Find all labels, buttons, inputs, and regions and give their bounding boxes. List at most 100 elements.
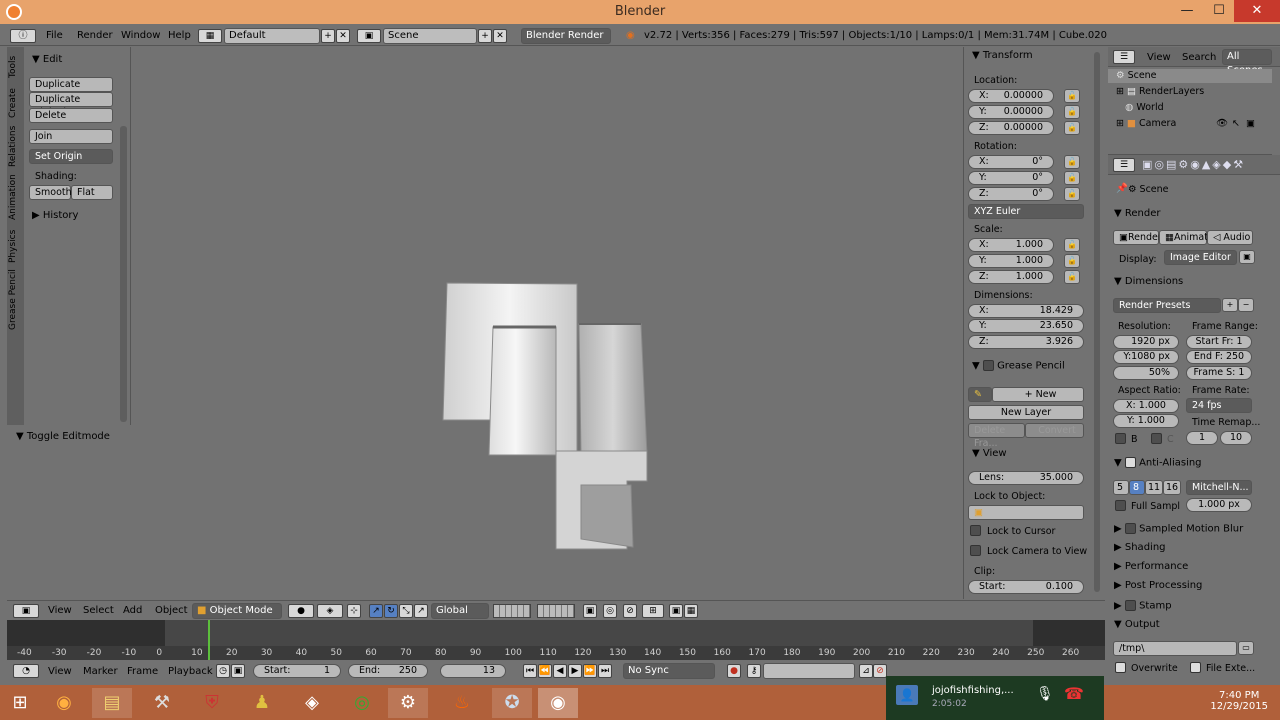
- location-x-field[interactable]: X: 0.00000: [968, 89, 1054, 103]
- performance-section-header[interactable]: ▶ Performance: [1114, 561, 1188, 572]
- output-section-header[interactable]: ▼ Output: [1114, 619, 1160, 630]
- add-preset-icon[interactable]: +: [1222, 298, 1238, 312]
- border-checkbox[interactable]: [1115, 433, 1126, 444]
- dimensions-section-header[interactable]: ▼ Dimensions: [1114, 276, 1183, 287]
- filter-select[interactable]: Mitchell-N...: [1186, 480, 1252, 495]
- crop-checkbox[interactable]: [1151, 433, 1162, 444]
- tab-physics[interactable]: Physics: [8, 227, 23, 265]
- file-explorer-icon[interactable]: ▤: [92, 688, 132, 718]
- rotation-mode-select[interactable]: XYZ Euler: [968, 204, 1084, 219]
- location-y-field[interactable]: Y: 0.00000: [968, 105, 1054, 119]
- timeline-marker-menu[interactable]: Marker: [83, 666, 118, 677]
- duplicate-linked-button[interactable]: Duplicate Linked: [29, 92, 113, 118]
- prev-keyframe-icon[interactable]: ⏪: [538, 664, 552, 678]
- folder-icon[interactable]: ▭: [1238, 641, 1254, 655]
- location-z-field[interactable]: Z: 0.00000: [968, 121, 1054, 135]
- pencil-icon[interactable]: ✎: [968, 387, 992, 402]
- filter-size-field[interactable]: 1.000 px: [1186, 498, 1252, 512]
- scale-icon[interactable]: ⤡: [399, 604, 413, 618]
- scale-y-field[interactable]: Y: 1.000: [968, 254, 1054, 268]
- remap-new-field[interactable]: 10: [1220, 431, 1252, 445]
- scene-field[interactable]: Scene: [383, 28, 477, 44]
- snap-icon[interactable]: ⊘: [623, 604, 637, 618]
- remove-layout-icon[interactable]: ✕: [336, 29, 350, 43]
- file-extension-checkbox[interactable]: [1190, 662, 1201, 673]
- clip-start-field[interactable]: Start: 0.100: [968, 580, 1084, 594]
- flame-app-icon[interactable]: ♨: [442, 688, 482, 718]
- remap-old-field[interactable]: 1: [1186, 431, 1218, 445]
- manipulator-extra-icon[interactable]: ↗: [414, 604, 428, 618]
- edit-panel-header[interactable]: ▼ Edit: [32, 54, 62, 65]
- aa-level-11[interactable]: 11: [1145, 480, 1163, 495]
- layer-buttons-group-1[interactable]: [493, 604, 531, 618]
- lock-icon[interactable]: 🔓: [1064, 187, 1080, 201]
- menu-help[interactable]: Help: [168, 30, 191, 41]
- resolution-x-field[interactable]: 1920 px: [1113, 335, 1179, 349]
- translate-icon[interactable]: ↗: [369, 604, 383, 618]
- resolution-percent-field[interactable]: 50%: [1113, 366, 1179, 380]
- render-button[interactable]: ▣Render: [1113, 230, 1162, 245]
- minimize-button[interactable]: —: [1172, 0, 1202, 22]
- camera-row[interactable]: ⊞ ■ Camera: [1116, 118, 1176, 129]
- n-panel-scrollbar[interactable]: [1094, 52, 1100, 592]
- post-processing-section-header[interactable]: ▶ Post Processing: [1114, 580, 1202, 591]
- duplicate-button[interactable]: Duplicate: [29, 77, 113, 92]
- stamp-section-header[interactable]: ▶ Stamp: [1114, 600, 1172, 612]
- layer-buttons-group-2[interactable]: [537, 604, 575, 618]
- menu-window[interactable]: Window: [121, 30, 160, 41]
- keying-set-field[interactable]: [763, 663, 855, 679]
- new-layer-button[interactable]: New Layer: [968, 405, 1084, 420]
- hang-up-icon[interactable]: ☎: [1064, 684, 1084, 703]
- editor-type-icon[interactable]: ⓘ: [10, 29, 36, 43]
- proportional-edit-icon[interactable]: ◎: [603, 604, 617, 618]
- close-button[interactable]: ✕: [1234, 0, 1280, 22]
- lock-object-field[interactable]: ▣: [968, 505, 1084, 520]
- outliner-search-menu[interactable]: Search: [1182, 52, 1216, 63]
- dimension-z-field[interactable]: Z: 3.926: [968, 335, 1084, 349]
- scene-row[interactable]: ⚙ Scene: [1116, 70, 1157, 81]
- render-camera-icon[interactable]: ▣: [1246, 118, 1255, 129]
- opengl-render-icon[interactable]: ▦: [684, 604, 698, 618]
- app-figure-icon[interactable]: ♟: [242, 688, 282, 718]
- smooth-button[interactable]: Smooth: [29, 185, 72, 200]
- lock-camera-checkbox[interactable]: [970, 545, 981, 556]
- menu-file[interactable]: File: [46, 30, 63, 41]
- lock-icon[interactable]: 🔓: [1064, 270, 1080, 284]
- select-arrow-icon[interactable]: ↖: [1232, 118, 1240, 129]
- timeline-frame-menu[interactable]: Frame: [127, 666, 158, 677]
- fullscreen-icon[interactable]: ▣: [1239, 250, 1255, 264]
- aa-level-5[interactable]: 5: [1113, 480, 1129, 495]
- aspect-y-field[interactable]: Y: 1.000: [1113, 414, 1179, 428]
- record-icon[interactable]: ●: [727, 664, 741, 678]
- dimension-y-field[interactable]: Y: 23.650: [968, 319, 1084, 333]
- steam-icon[interactable]: ⚙: [388, 688, 428, 718]
- add-scene-icon[interactable]: +: [478, 29, 492, 43]
- aa-level-8[interactable]: 8: [1129, 480, 1145, 495]
- shading-section-header[interactable]: ▶ Shading: [1114, 542, 1166, 553]
- end-frame-field[interactable]: End: 250: [348, 664, 428, 678]
- lock-icon[interactable]: 🔓: [1064, 155, 1080, 169]
- viewport-shading-icon[interactable]: ●: [288, 604, 314, 618]
- play-reverse-icon[interactable]: ◀: [553, 664, 567, 678]
- grease-pencil-checkbox[interactable]: [982, 360, 994, 371]
- system-clock[interactable]: 7:40 PM 12/29/2015: [1210, 690, 1268, 712]
- shield-game-icon[interactable]: ⛨: [192, 688, 232, 718]
- new-grease-button[interactable]: + New: [992, 387, 1084, 402]
- pivot-point-icon[interactable]: ◈: [317, 604, 343, 618]
- lock-icon[interactable]: 🔓: [1064, 105, 1080, 119]
- output-path-field[interactable]: /tmp\: [1113, 641, 1237, 656]
- motion-blur-checkbox[interactable]: [1124, 523, 1136, 534]
- join-button[interactable]: Join: [29, 129, 113, 144]
- lens-field[interactable]: Lens: 35.000: [968, 471, 1084, 485]
- delete-keyframe-icon[interactable]: ⊘: [873, 664, 887, 678]
- microphone-icon[interactable]: 🎙: [1036, 686, 1054, 702]
- keying-set-icon[interactable]: ⚷: [747, 664, 761, 678]
- lock-range-icon[interactable]: ▣: [231, 664, 245, 678]
- rotation-y-field[interactable]: Y: 0°: [968, 171, 1054, 185]
- menu-render[interactable]: Render: [77, 30, 113, 41]
- toggle-editmode-header[interactable]: ▼ Toggle Editmode: [16, 431, 110, 442]
- jump-end-icon[interactable]: ⏭: [598, 664, 612, 678]
- stamp-checkbox[interactable]: [1124, 600, 1136, 611]
- layout-icon[interactable]: ▦: [198, 29, 222, 43]
- next-keyframe-icon[interactable]: ⏩: [583, 664, 597, 678]
